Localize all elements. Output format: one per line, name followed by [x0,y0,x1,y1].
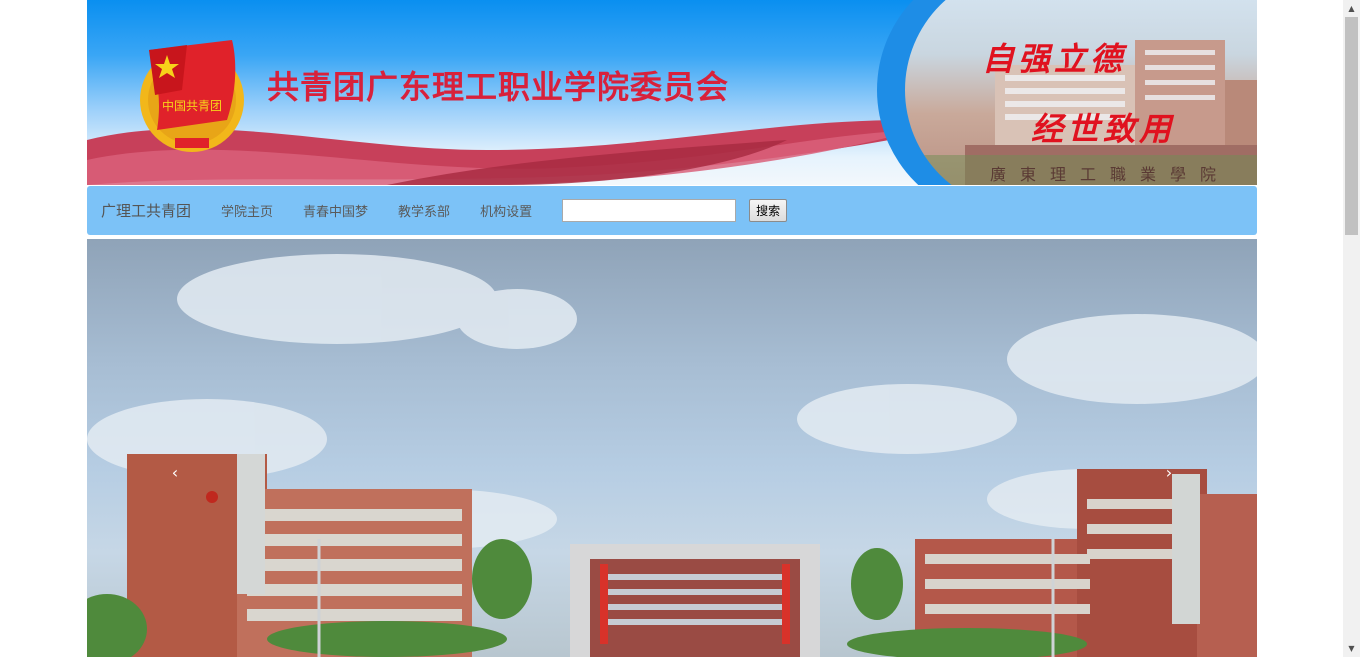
page: 中国共青团 共青团广东理工职业学院委员会 廣東理工職業學院 自强立德 经世致用 … [0,0,1360,657]
search-button[interactable]: 搜索 [749,199,788,222]
motto-line-2: 经世致用 [1031,110,1176,148]
scrollbar-thumb[interactable] [1345,17,1358,235]
scroll-down-arrow-icon[interactable]: ▼ [1343,640,1360,657]
carousel-prev-control[interactable]: ‹ [165,463,185,482]
motto-line-1: 自强立德 [982,40,1127,78]
emblem-text: 中国共青团 [162,98,222,113]
campus-photo: 廣東理工職業學院 [905,0,1257,185]
site-title: 共青团广东理工职业学院委员会 [267,68,730,106]
nav-item-organization[interactable]: 机构设置 [480,201,532,220]
youth-league-emblem: 中国共青团 [140,40,244,152]
nav-item-college-home[interactable]: 学院主页 [221,201,273,220]
search-input[interactable] [562,199,737,222]
scroll-up-arrow-icon[interactable]: ▲ [1343,0,1360,17]
campus-buildings-graphic: 廣東理工職業學院 [905,40,1257,185]
carousel-next-control[interactable]: › [1159,463,1179,482]
navbar-brand-link[interactable]: 广理工共青团 [101,200,191,221]
page-container: 中国共青团 共青团广东理工职业学院委员会 廣東理工職業學院 自强立德 经世致用 … [87,0,1257,657]
header-banner: 中国共青团 共青团广东理工职业学院委员会 廣東理工職業學院 自强立德 经世致用 [87,0,1257,185]
nav-item-departments[interactable]: 教学系部 [398,201,450,220]
campus-slide-image [87,254,1257,657]
main-navbar: 广理工共青团 学院主页 青春中国梦 教学系部 机构设置 搜索 [87,186,1257,235]
campus-sign-text: 廣東理工職業學院 [990,165,1230,184]
image-carousel: ‹ › [87,239,1257,657]
page-scrollbar[interactable]: ▲ ▼ [1343,0,1360,657]
nav-item-youth-china-dream[interactable]: 青春中国梦 [303,201,368,220]
